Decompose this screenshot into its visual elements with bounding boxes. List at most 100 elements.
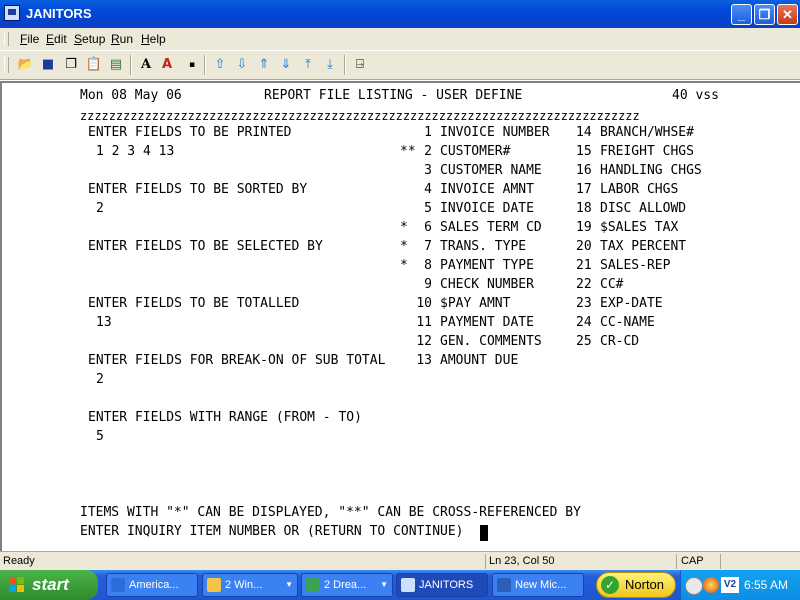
field-name: CUSTOMER NAME: [440, 163, 542, 178]
field-name: FREIGHT CHGS: [600, 144, 694, 159]
field-number: 14: [576, 125, 592, 140]
field-name: PAYMENT TYPE: [440, 258, 534, 273]
status-caps: CAP: [681, 555, 704, 567]
toolbar-separator: [204, 55, 206, 75]
field-name: PAYMENT DATE: [440, 315, 534, 330]
field-name: EXP-DATE: [600, 296, 663, 311]
field-number: 4: [424, 182, 432, 197]
field-name: HANDLING CHGS: [600, 163, 702, 178]
taskbar-item-dreamweaver[interactable]: 2 Drea... ▼: [301, 573, 393, 597]
field-name: CC-NAME: [600, 315, 655, 330]
menu-run[interactable]: Run: [111, 32, 133, 46]
field-marker: **: [400, 144, 416, 159]
prompt-totalled-label: ENTER FIELDS TO BE TOTALLED: [88, 296, 300, 311]
close-button[interactable]: ✕: [777, 4, 798, 25]
prompt-printed-value: 1 2 3 4 13: [96, 144, 175, 159]
title-bar[interactable]: JANITORS _ ❐ ✕: [0, 0, 800, 28]
field-number: 16: [576, 163, 592, 178]
prompt-breakon-value: 2: [96, 372, 104, 387]
maximize-button[interactable]: ❐: [754, 4, 775, 25]
field-number: 24: [576, 315, 592, 330]
small-font-icon[interactable]: ▪: [183, 56, 201, 74]
menu-bar: File Edit Setup Run Help: [0, 28, 800, 50]
task-label: 2 Win...: [225, 579, 263, 591]
clock[interactable]: 6:55 AM: [744, 578, 788, 592]
field-number: 8: [424, 258, 432, 273]
field-name: LABOR CHGS: [600, 182, 679, 197]
save-icon[interactable]: ■: [39, 56, 57, 74]
exit-door-icon[interactable]: ⍈: [351, 56, 369, 74]
field-name: TRANS. TYPE: [440, 239, 527, 254]
menu-file[interactable]: File: [20, 32, 39, 46]
prompt-sorted-value: 2: [96, 201, 104, 216]
paste-icon[interactable]: 📋: [85, 56, 103, 74]
norton-button[interactable]: ✓ Norton: [596, 572, 676, 598]
report-title: REPORT FILE LISTING - USER DEFINE: [264, 88, 523, 103]
page-down-icon[interactable]: ⇓: [277, 56, 295, 74]
toolbar-separator: [130, 55, 132, 75]
menu-help[interactable]: Help: [141, 32, 166, 46]
field-number: 10: [416, 296, 432, 311]
status-bar: Ready Ln 23, Col 50 CAP: [0, 551, 800, 570]
bottom-icon[interactable]: ⤓: [321, 56, 339, 74]
field-number: 1: [424, 125, 432, 140]
field-name: TAX PERCENT: [600, 239, 687, 254]
taskbar-item-janitors[interactable]: JANITORS: [396, 573, 488, 597]
taskbar-item-america[interactable]: America...: [106, 573, 198, 597]
top-icon[interactable]: ⤒: [299, 56, 317, 74]
menu-edit[interactable]: Edit: [46, 32, 67, 46]
status-divider: [676, 554, 677, 569]
field-name: DISC ALLOWD: [600, 201, 687, 216]
taskbar: start America... 2 Win... ▼ 2 Drea... ▼ …: [0, 570, 800, 600]
field-number: 23: [576, 296, 592, 311]
font-color-icon[interactable]: A: [158, 56, 176, 74]
field-number: 17: [576, 182, 592, 197]
field-number: 9: [424, 277, 432, 292]
start-button[interactable]: start: [0, 570, 98, 600]
chevron-down-icon: ▼: [285, 580, 293, 589]
prompt-breakon-label: ENTER FIELDS FOR BREAK-ON OF SUB TOTAL: [88, 353, 386, 368]
arrow-up-icon[interactable]: ⇧: [211, 56, 229, 74]
field-name: SALES TERM CD: [440, 220, 542, 235]
checkmark-icon: ✓: [601, 576, 619, 594]
system-tray: V2 6:55 AM: [680, 570, 800, 600]
field-number: 18: [576, 201, 592, 216]
toolbar-separator: [344, 55, 346, 75]
copy-icon[interactable]: ❐: [62, 56, 80, 74]
tray-arrow-icon[interactable]: [685, 577, 703, 595]
chrome-icon[interactable]: [703, 577, 719, 593]
field-number: 7: [424, 239, 432, 254]
menu-grip: [4, 32, 9, 46]
status-ready: Ready: [3, 555, 35, 567]
open-folder-icon[interactable]: 📂: [17, 56, 35, 74]
field-number: 11: [416, 315, 432, 330]
start-label: start: [32, 575, 69, 594]
minimize-button[interactable]: _: [731, 4, 752, 25]
field-number: 20: [576, 239, 592, 254]
menu-setup[interactable]: Setup: [74, 32, 105, 46]
arrow-down-icon[interactable]: ⇩: [233, 56, 251, 74]
prompt-totalled-value: 13: [96, 315, 112, 330]
prompt-range-value: 5: [96, 429, 104, 444]
header-code: 40 vss: [672, 88, 719, 103]
taskbar-item-windows[interactable]: 2 Win... ▼: [202, 573, 298, 597]
field-name: BRANCH/WHSE#: [600, 125, 694, 140]
font-size-icon[interactable]: A: [137, 56, 155, 74]
status-cursor-position: Ln 23, Col 50: [489, 555, 555, 567]
header-date: Mon 08 May 06: [80, 88, 182, 103]
toolbar-grip: [4, 57, 9, 73]
window-title: JANITORS: [26, 6, 92, 21]
field-number: 3: [424, 163, 432, 178]
task-label: JANITORS: [419, 579, 474, 591]
task-label: New Mic...: [515, 579, 567, 591]
taskbar-item-word[interactable]: New Mic...: [492, 573, 584, 597]
tray-v2-icon[interactable]: V2: [721, 577, 739, 593]
page-up-icon[interactable]: ⇑: [255, 56, 273, 74]
print-icon[interactable]: ▤: [107, 56, 125, 74]
field-number: 15: [576, 144, 592, 159]
terminal-app-icon[interactable]: [4, 5, 20, 21]
prompt-sorted-label: ENTER FIELDS TO BE SORTED BY: [88, 182, 308, 197]
text-cursor[interactable]: [480, 525, 488, 541]
field-name: CUSTOMER#: [440, 144, 511, 159]
field-name: $PAY AMNT: [440, 296, 511, 311]
